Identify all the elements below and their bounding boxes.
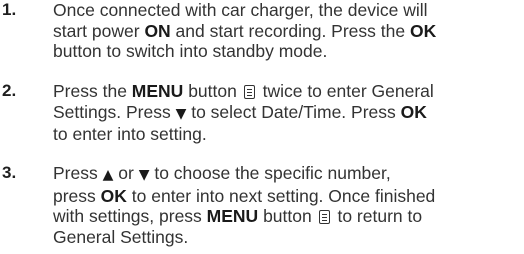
keyword: OK [100, 185, 127, 206]
step-text: Press ▲ or ▼ to choose the specific numb… [53, 163, 521, 247]
text-segment: twice to enter General [257, 81, 434, 101]
down-arrow-icon: ▼ [175, 105, 187, 122]
up-arrow-icon: ▲ [102, 167, 114, 183]
step-number: 3. [2, 163, 17, 182]
text-line: General Settings. [53, 227, 521, 248]
text-segment: Settings. Press [53, 101, 176, 122]
keyword: MENU [206, 206, 259, 226]
text-segment: Press [53, 163, 103, 183]
text-segment: to select Date/Time. Press [186, 101, 401, 122]
text-segment: button [183, 81, 242, 101]
text-segment: General Settings. [53, 226, 189, 247]
menu-icon [243, 85, 255, 99]
step-text: Once connected with car charger, the dev… [53, 0, 521, 62]
instruction-list: 1. Once connected with car charger, the … [0, 0, 524, 254]
step-text: Press the MENU button twice to enter Gen… [53, 81, 521, 145]
text-segment: or [113, 163, 139, 183]
text-segment: to return to [332, 206, 423, 226]
text-segment: button [258, 206, 317, 226]
text-segment: and start recording. Press the [170, 20, 410, 41]
keyword: OK [400, 101, 427, 122]
text-line: press OK to enter into next setting. Onc… [53, 186, 521, 207]
text-line: Settings. Press ▼ to select Date/Time. P… [53, 102, 521, 125]
text-segment: button to switch into standby mode. [53, 41, 328, 61]
text-line: start power ON and start recording. Pres… [53, 21, 521, 42]
menu-icon [318, 210, 330, 224]
text-line: Press ▲ or ▼ to choose the specific numb… [53, 163, 521, 186]
text-segment: start power [53, 20, 145, 41]
text-segment: Press the [53, 81, 132, 101]
text-segment: to enter into setting. [53, 124, 207, 144]
text-line: Press the MENU button twice to enter Gen… [53, 81, 521, 102]
keyword: ON [144, 20, 171, 41]
text-line: button to switch into standby mode. [53, 41, 521, 62]
text-segment: to choose the specific number, [149, 163, 391, 183]
keyword: OK [409, 20, 437, 41]
step-number: 2. [2, 81, 17, 100]
step-number: 1. [2, 0, 17, 19]
text-segment: with settings, press [53, 206, 207, 226]
text-line: to enter into setting. [53, 124, 521, 145]
text-line: Once connected with car charger, the dev… [53, 0, 521, 21]
text-segment: to enter into next setting. Once finishe… [126, 185, 436, 206]
text-segment: press [53, 185, 101, 206]
keyword: MENU [131, 81, 184, 101]
text-line: with settings, press MENU button to retu… [53, 206, 521, 227]
text-segment: Once connected with car charger, the dev… [53, 0, 428, 20]
down-arrow-icon: ▼ [138, 167, 150, 183]
